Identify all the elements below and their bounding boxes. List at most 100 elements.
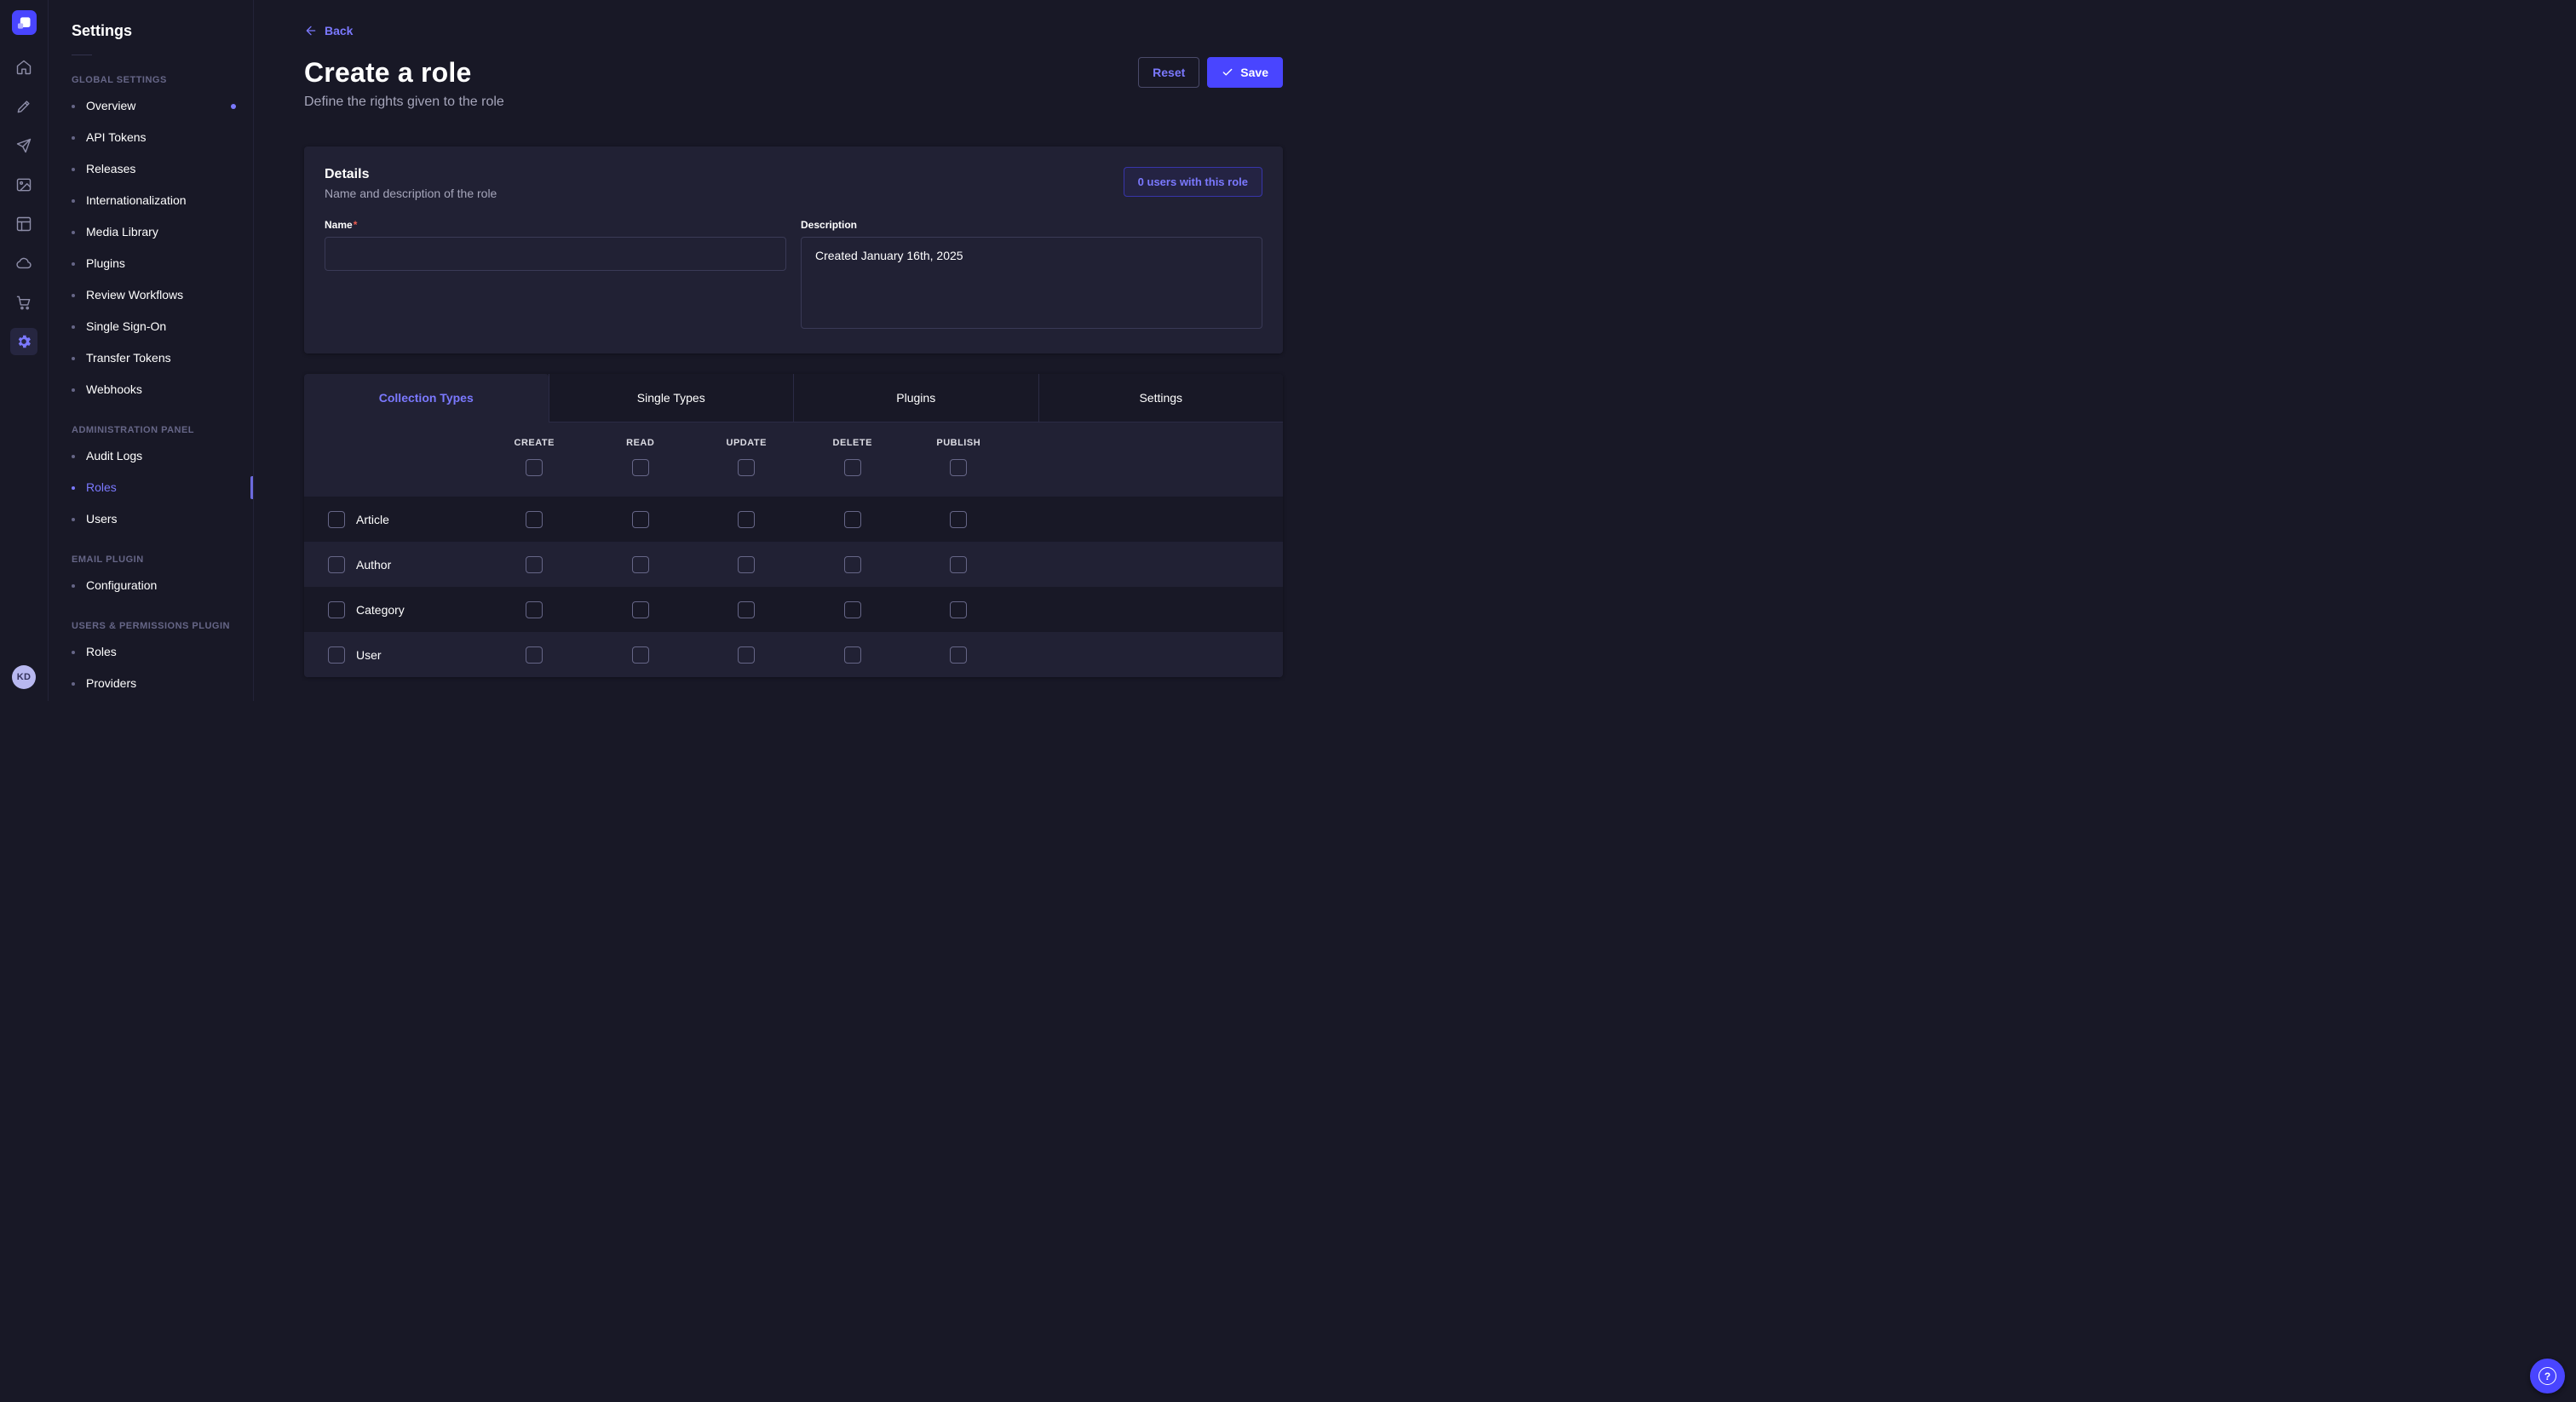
sidebar-item-api-tokens[interactable]: API Tokens — [49, 122, 253, 153]
main-content: Back Create a role Reset Save Define the… — [254, 0, 1288, 701]
author-publish-checkbox[interactable] — [950, 556, 967, 573]
row-name-cell: Author — [304, 556, 481, 573]
sidebar-item-up-roles[interactable]: Roles — [49, 636, 253, 668]
article-row-checkbox[interactable] — [328, 511, 345, 528]
sidebar-item-transfer-tokens[interactable]: Transfer Tokens — [49, 342, 253, 374]
name-input[interactable] — [325, 237, 786, 271]
user-row-checkbox[interactable] — [328, 646, 345, 664]
marketplace-cart-icon[interactable] — [10, 289, 37, 316]
tab-settings[interactable]: Settings — [1038, 374, 1284, 422]
article-publish-checkbox[interactable] — [950, 511, 967, 528]
category-update-checkbox[interactable] — [738, 601, 755, 618]
user-avatar[interactable]: KD — [12, 665, 36, 689]
select-all-create-checkbox[interactable] — [526, 459, 543, 476]
category-publish-checkbox[interactable] — [950, 601, 967, 618]
sidebar-item-roles-active[interactable]: Roles — [49, 472, 253, 503]
settings-gear-icon[interactable] — [10, 328, 37, 355]
sidebar-item-media-library[interactable]: Media Library — [49, 216, 253, 248]
permissions-table-header: CREATE READ UPDATE DELETE PUBLISH — [304, 422, 1283, 497]
article-delete-checkbox[interactable] — [844, 511, 861, 528]
tab-collection-types[interactable]: Collection Types — [304, 374, 549, 422]
cell — [693, 601, 800, 618]
details-card: Details Name and description of the role… — [304, 147, 1283, 353]
cell — [800, 556, 906, 573]
category-create-checkbox[interactable] — [526, 601, 543, 618]
save-button[interactable]: Save — [1207, 57, 1283, 88]
bullet-icon — [72, 105, 75, 108]
article-update-checkbox[interactable] — [738, 511, 755, 528]
sidebar-item-internationalization[interactable]: Internationalization — [49, 185, 253, 216]
check-icon — [1222, 66, 1233, 78]
cell — [481, 601, 588, 618]
user-delete-checkbox[interactable] — [844, 646, 861, 664]
tab-plugins[interactable]: Plugins — [793, 374, 1038, 422]
column-label-create: CREATE — [515, 438, 555, 448]
description-field-group: Description Created January 16th, 2025 — [801, 219, 1262, 333]
sidebar-item-review-workflows[interactable]: Review Workflows — [49, 279, 253, 311]
author-create-checkbox[interactable] — [526, 556, 543, 573]
sidebar-item-configuration[interactable]: Configuration — [49, 570, 253, 601]
cell — [693, 511, 800, 528]
select-all-delete-checkbox[interactable] — [844, 459, 861, 476]
sidebar-item-audit-logs[interactable]: Audit Logs — [49, 440, 253, 472]
releases-icon[interactable] — [10, 132, 37, 159]
media-library-icon[interactable] — [10, 171, 37, 198]
tab-single-types[interactable]: Single Types — [549, 374, 794, 422]
sidebar-item-overview[interactable]: Overview — [49, 90, 253, 122]
author-row-checkbox[interactable] — [328, 556, 345, 573]
row-label: User — [356, 648, 382, 662]
sidebar-item-label: Review Workflows — [86, 287, 183, 303]
sidebar-item-single-sign-on[interactable]: Single Sign-On — [49, 311, 253, 342]
cell — [588, 511, 694, 528]
user-publish-checkbox[interactable] — [950, 646, 967, 664]
sidebar-item-label: Providers — [86, 675, 136, 692]
author-delete-checkbox[interactable] — [844, 556, 861, 573]
home-icon[interactable] — [10, 54, 37, 81]
page-header: Create a role Reset Save — [304, 57, 1283, 88]
row-name-cell: Category — [304, 601, 481, 618]
column-label-publish: PUBLISH — [936, 438, 980, 448]
column-update: UPDATE — [693, 438, 800, 476]
user-read-checkbox[interactable] — [632, 646, 649, 664]
strapi-logo[interactable] — [12, 10, 37, 35]
help-button[interactable]: ? — [2530, 1359, 2565, 1393]
sidebar-item-label: Single Sign-On — [86, 319, 166, 335]
sidebar-item-users[interactable]: Users — [49, 503, 253, 535]
cell — [481, 646, 588, 664]
details-fields: Name* Description Created January 16th, … — [325, 219, 1262, 333]
content-manager-icon[interactable] — [10, 93, 37, 120]
sidebar-item-label: Releases — [86, 161, 135, 177]
article-create-checkbox[interactable] — [526, 511, 543, 528]
save-label: Save — [1240, 66, 1268, 79]
cell — [906, 646, 1012, 664]
deploy-cloud-icon[interactable] — [10, 250, 37, 277]
sidebar-item-plugins[interactable]: Plugins — [49, 248, 253, 279]
back-link[interactable]: Back — [304, 24, 353, 37]
settings-sidebar: Settings GLOBAL SETTINGS Overview API To… — [49, 0, 254, 701]
user-update-checkbox[interactable] — [738, 646, 755, 664]
category-row-checkbox[interactable] — [328, 601, 345, 618]
content-type-builder-icon[interactable] — [10, 210, 37, 238]
author-read-checkbox[interactable] — [632, 556, 649, 573]
sidebar-item-webhooks[interactable]: Webhooks — [49, 374, 253, 405]
sidebar-item-providers[interactable]: Providers — [49, 668, 253, 699]
users-with-role-button[interactable]: 0 users with this role — [1124, 167, 1262, 197]
bullet-icon — [72, 388, 75, 392]
select-all-publish-checkbox[interactable] — [950, 459, 967, 476]
section-label-email-plugin: EMAIL PLUGIN — [72, 554, 233, 565]
sidebar-item-releases[interactable]: Releases — [49, 153, 253, 185]
author-update-checkbox[interactable] — [738, 556, 755, 573]
row-label: Author — [356, 558, 391, 572]
row-label: Category — [356, 603, 405, 617]
cell — [800, 511, 906, 528]
permission-row-category: Category — [304, 587, 1283, 632]
article-read-checkbox[interactable] — [632, 511, 649, 528]
user-create-checkbox[interactable] — [526, 646, 543, 664]
sidebar-item-label: Overview — [86, 98, 135, 114]
category-read-checkbox[interactable] — [632, 601, 649, 618]
description-textarea[interactable]: Created January 16th, 2025 — [801, 237, 1262, 329]
category-delete-checkbox[interactable] — [844, 601, 861, 618]
reset-button[interactable]: Reset — [1138, 57, 1199, 88]
select-all-update-checkbox[interactable] — [738, 459, 755, 476]
select-all-read-checkbox[interactable] — [632, 459, 649, 476]
